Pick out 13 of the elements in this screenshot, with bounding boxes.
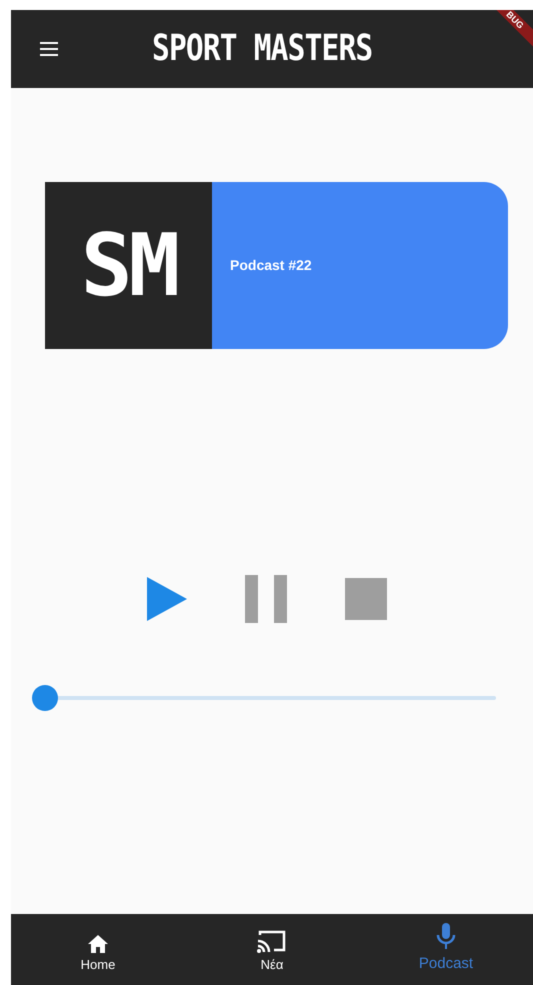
episode-title: Podcast #22 (230, 256, 312, 275)
nav-tab[interactable]: Νέα (185, 914, 359, 985)
play-icon[interactable] (147, 577, 187, 621)
nav-tab[interactable]: Podcast (359, 914, 533, 985)
menu-icon[interactable] (40, 42, 58, 56)
home-icon (88, 934, 108, 953)
microphone-icon (436, 923, 456, 952)
logo-text: SM (80, 222, 176, 308)
cast-icon (257, 928, 287, 953)
app-title: SPORT MASTERS (152, 27, 372, 71)
nav-tab[interactable]: Home (11, 914, 185, 985)
pause-icon[interactable] (245, 575, 287, 623)
slider-thumb[interactable] (32, 685, 58, 711)
